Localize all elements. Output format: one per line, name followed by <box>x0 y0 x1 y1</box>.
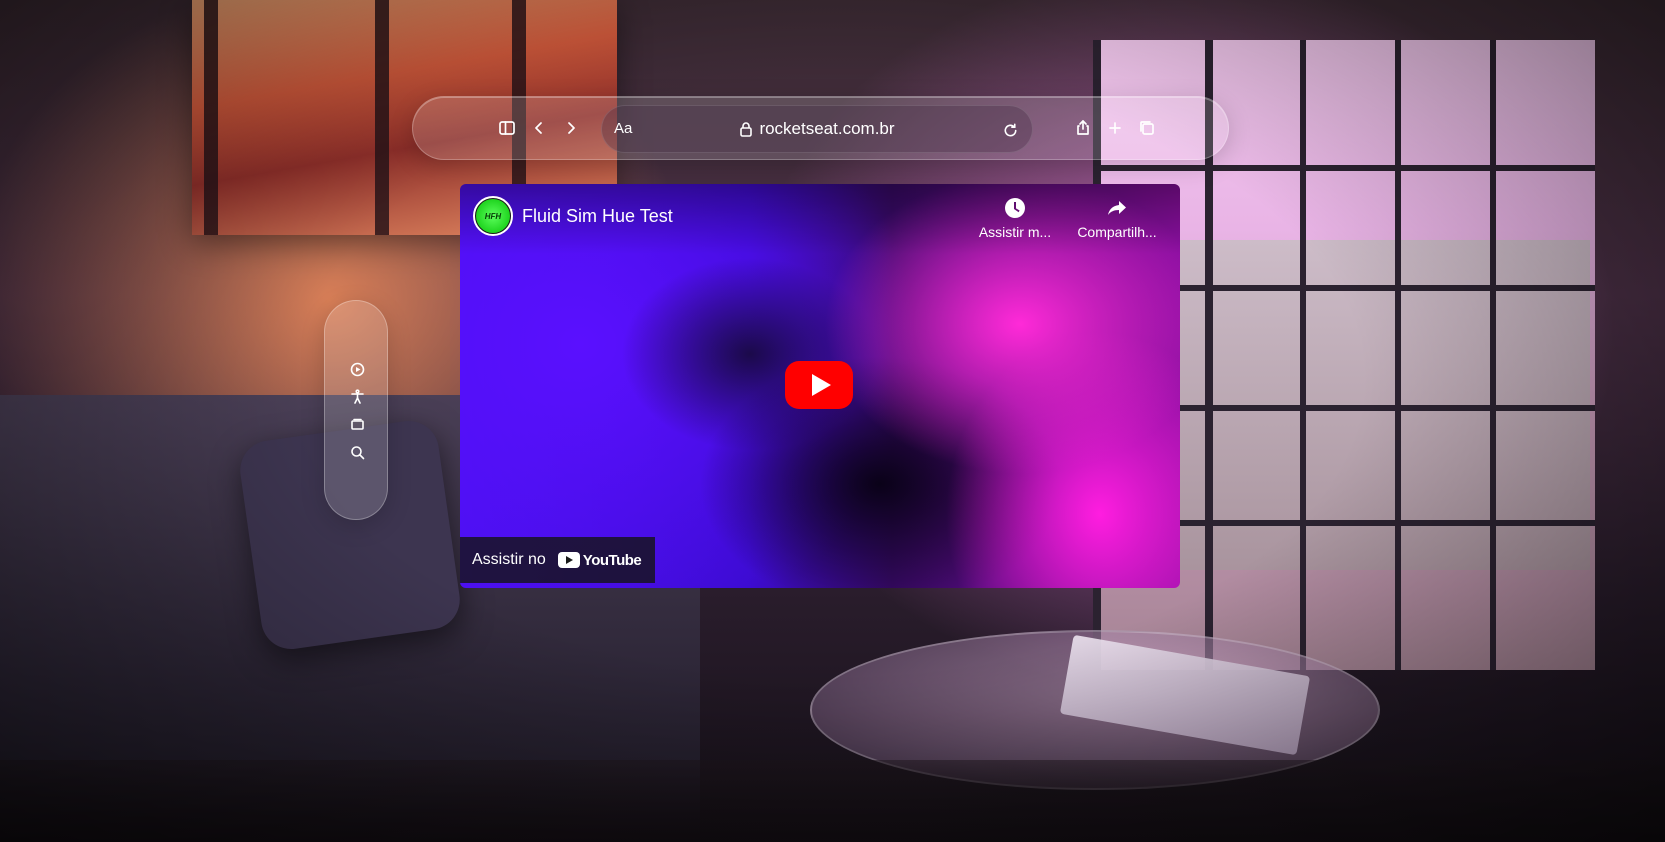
search-icon[interactable] <box>345 441 369 463</box>
clock-icon <box>1005 198 1025 218</box>
plus-icon[interactable] <box>1101 113 1129 143</box>
reload-icon[interactable] <box>996 115 1024 145</box>
lock-icon <box>740 122 753 137</box>
play-button[interactable] <box>785 361 853 409</box>
chevron-left-icon[interactable] <box>525 113 553 143</box>
channel-avatar[interactable]: HFH <box>473 196 513 236</box>
watch-on-label: Assistir no <box>472 551 546 568</box>
share-video-label: Compartilh... <box>1077 224 1157 240</box>
play-icon <box>811 374 831 396</box>
share-icon[interactable] <box>1069 113 1097 143</box>
youtube-embed[interactable]: HFH Fluid Sim Hue Test Assistir m... Com… <box>460 184 1180 588</box>
share-arrow-icon <box>1108 201 1126 215</box>
play-circle-icon[interactable] <box>345 358 369 380</box>
watch-on-youtube-button[interactable]: Assistir no YouTube <box>460 537 656 583</box>
youtube-logo: YouTube <box>557 551 642 569</box>
window-icon[interactable] <box>345 413 369 435</box>
browser-toolbar: Aa rocketseat.com.br <box>412 96 1229 160</box>
share-video-button[interactable]: Compartilh... <box>1072 196 1162 242</box>
tabs-icon[interactable] <box>1133 113 1161 143</box>
url-text: rocketseat.com.br <box>759 119 895 138</box>
channel-avatar-text: HFH <box>476 199 510 233</box>
youtube-logo-icon <box>557 552 580 568</box>
watch-later-button[interactable]: Assistir m... <box>970 196 1060 242</box>
ornament-palette <box>324 300 388 520</box>
address-bar[interactable]: Aa rocketseat.com.br <box>601 105 1033 153</box>
video-title[interactable]: Fluid Sim Hue Test <box>522 206 673 227</box>
sidebar-icon[interactable] <box>493 113 521 143</box>
watch-later-label: Assistir m... <box>978 224 1052 240</box>
chevron-right-icon[interactable] <box>557 113 585 143</box>
url-display[interactable]: rocketseat.com.br <box>602 119 1032 139</box>
accessibility-icon[interactable] <box>345 385 369 407</box>
youtube-logo-text: YouTube <box>582 551 642 569</box>
